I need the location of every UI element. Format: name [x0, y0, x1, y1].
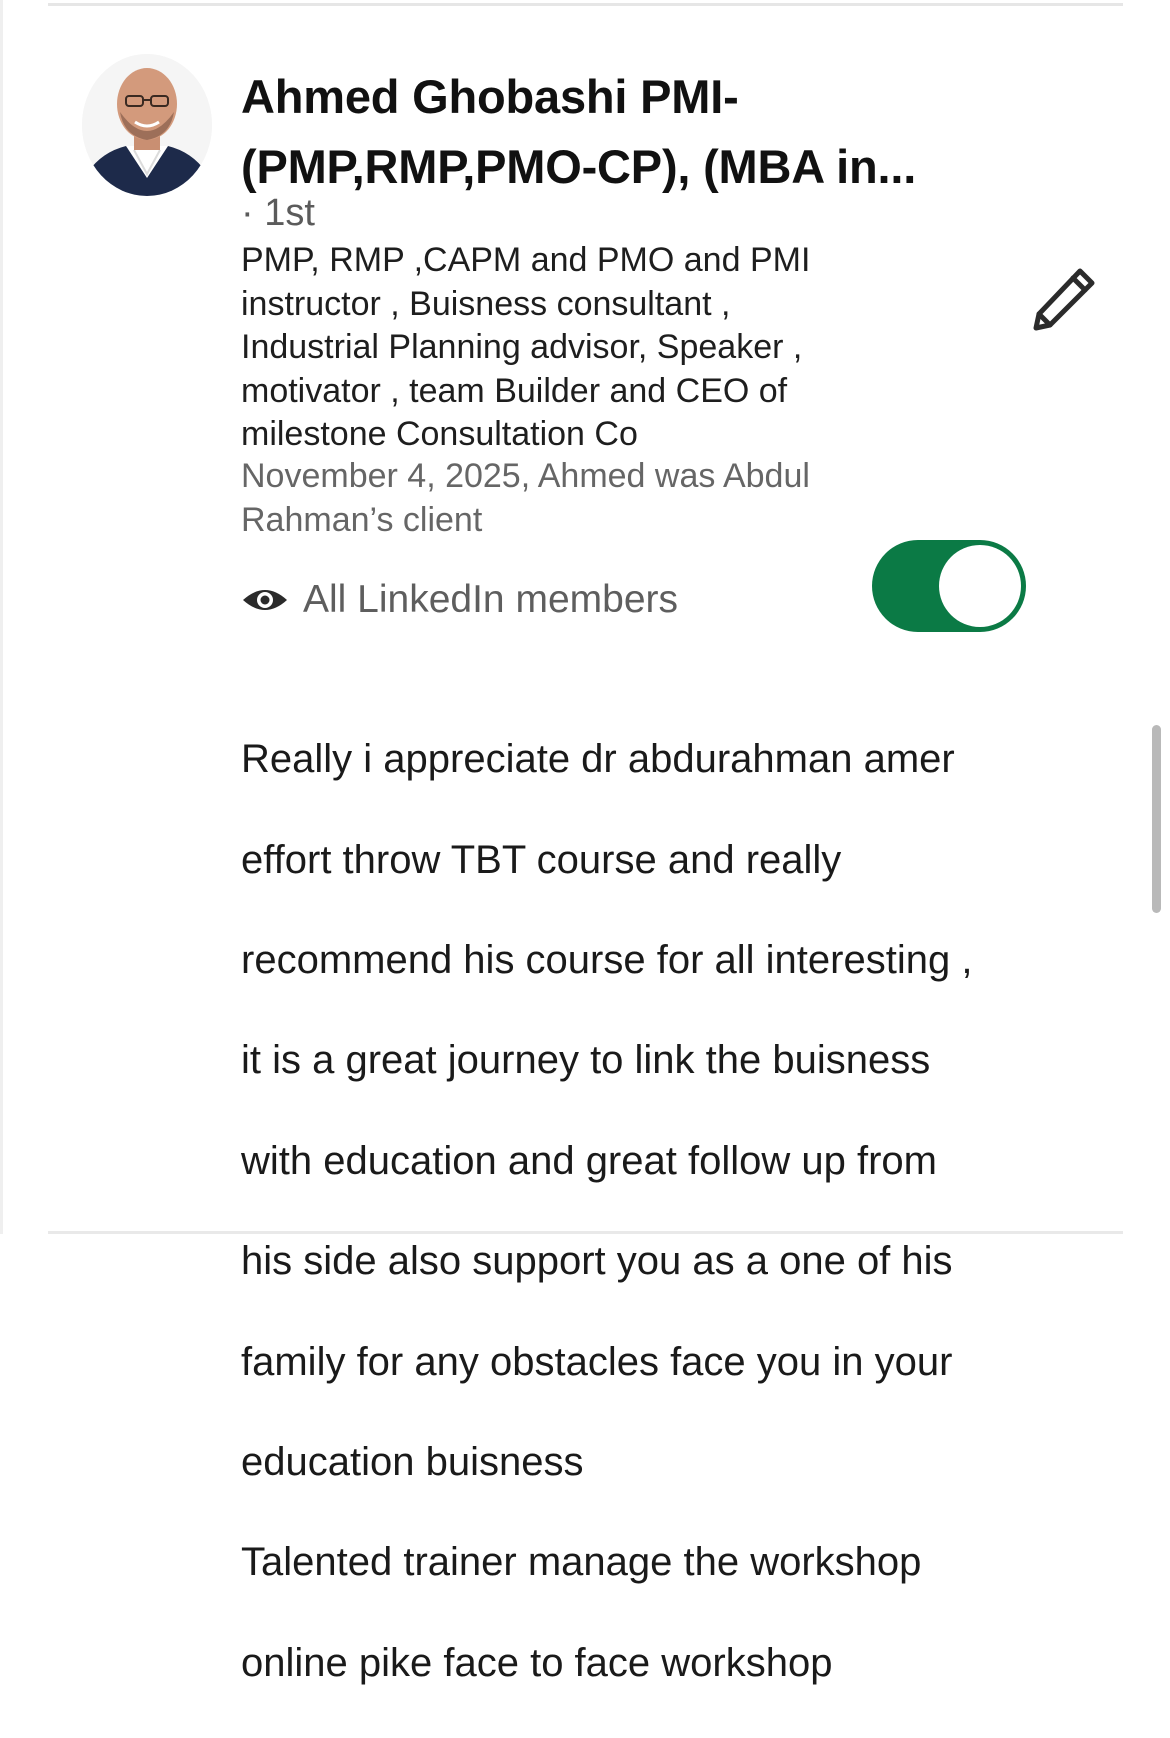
- recommendation-relationship: November 4, 2025, Ahmed was Abdul Rahman…: [241, 455, 941, 542]
- recommendation-line: his side also support you as a one of hi…: [241, 1239, 953, 1284]
- visibility-label: All LinkedIn members: [303, 578, 678, 621]
- recommendation-line: recommend his course for all interesting…: [241, 938, 973, 983]
- recommendation-line: online pike face to face workshop: [241, 1640, 833, 1685]
- visibility-setting: All LinkedIn members: [241, 574, 678, 626]
- recommender-headline: PMP, RMP ,CAPM and PMO and PMI instructo…: [241, 239, 941, 457]
- avatar-photo: [82, 54, 212, 196]
- recommender-name-line-1: Ahmed Ghobashi PMI-: [241, 70, 739, 123]
- recommendation-line: it is a great journey to link the buisne…: [241, 1038, 931, 1083]
- visibility-toggle[interactable]: [872, 540, 1026, 632]
- headline-line: Industrial Planning advisor, Speaker ,: [241, 328, 803, 366]
- connection-degree: · 1st: [241, 192, 315, 234]
- recommendation-text: Really i appreciate dr abdurahman amer e…: [241, 684, 1061, 1738]
- avatar[interactable]: [82, 54, 212, 196]
- recommender-name-line-2: (PMP,RMP,PMO-CP), (MBA in...: [241, 140, 917, 193]
- pencil-icon: [1033, 268, 1095, 331]
- headline-line: milestone Consultation Co: [241, 415, 638, 453]
- left-edge: [0, 0, 3, 1234]
- edit-button[interactable]: [1028, 262, 1102, 332]
- recommender-name[interactable]: Ahmed Ghobashi PMI- (PMP,RMP,PMO-CP), (M…: [241, 62, 1001, 202]
- headline-line: PMP, RMP ,CAPM and PMO and PMI: [241, 241, 811, 279]
- recommendation-line: with education and great follow up from: [241, 1138, 937, 1183]
- headline-line: instructor , Buisness consultant ,: [241, 284, 731, 323]
- recommendation-line: family for any obstacles face you in you…: [241, 1339, 953, 1384]
- relationship-line: Rahman’s client: [241, 500, 483, 539]
- scrollbar[interactable]: [1152, 725, 1161, 913]
- relationship-line: November 4, 2025, Ahmed was Abdul: [241, 457, 810, 495]
- eye-icon: [243, 590, 287, 610]
- recommendation-line: education buisness: [241, 1440, 584, 1485]
- recommendation-line: Talented trainer manage the workshop: [241, 1540, 922, 1585]
- recommendation-line: Really i appreciate dr abdurahman amer: [241, 737, 955, 782]
- top-divider: [48, 3, 1123, 6]
- headline-line: motivator , team Builder and CEO of: [241, 371, 788, 410]
- toggle-knob: [939, 545, 1021, 627]
- recommendation-line: effort throw TBT course and really: [241, 837, 842, 882]
